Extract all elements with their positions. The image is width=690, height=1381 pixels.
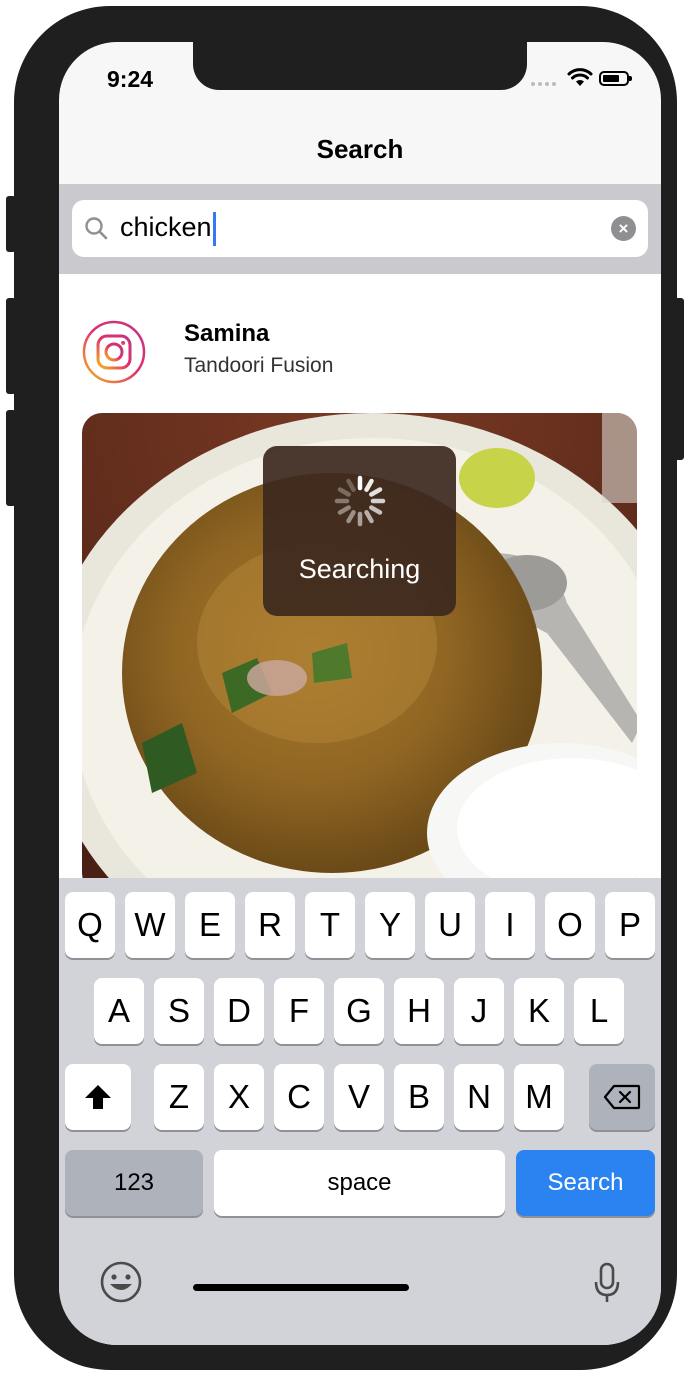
text-caret: [212, 212, 216, 246]
key-f[interactable]: F: [274, 978, 324, 1044]
battery-icon: [599, 71, 632, 86]
cellular-signal-icon: [531, 82, 556, 86]
spinner-icon: [334, 475, 386, 527]
key-k[interactable]: K: [514, 978, 564, 1044]
key-i[interactable]: I: [485, 892, 535, 958]
key-a[interactable]: A: [94, 978, 144, 1044]
key-l[interactable]: L: [574, 978, 624, 1044]
status-time: 9:24: [107, 66, 154, 92]
backspace-icon: [603, 1084, 641, 1110]
clear-icon[interactable]: ×: [611, 216, 636, 241]
screen: 9:24 Search chicken × Samina Tandoori Fu…: [59, 42, 661, 1345]
key-c[interactable]: C: [274, 1064, 324, 1130]
numbers-key[interactable]: 123: [65, 1150, 203, 1216]
key-j[interactable]: J: [454, 978, 504, 1044]
hud-label: Searching: [298, 554, 421, 584]
key-o[interactable]: O: [545, 892, 595, 958]
key-d[interactable]: D: [214, 978, 264, 1044]
microphone-icon[interactable]: [594, 1262, 620, 1304]
keyboard: Q W E R T Y U I O P A S D F G H J K L Z: [59, 878, 661, 1345]
key-p[interactable]: P: [605, 892, 655, 958]
key-b[interactable]: B: [394, 1064, 444, 1130]
key-r[interactable]: R: [245, 892, 295, 958]
key-x[interactable]: X: [214, 1064, 264, 1130]
key-y[interactable]: Y: [365, 892, 415, 958]
loading-hud: Searching: [263, 446, 456, 616]
key-h[interactable]: H: [394, 978, 444, 1044]
search-text: chicken: [120, 212, 216, 246]
post-username[interactable]: Samina: [184, 320, 269, 348]
search-bar: chicken ×: [59, 184, 661, 274]
instagram-icon[interactable]: [82, 320, 146, 384]
key-v[interactable]: V: [334, 1064, 384, 1130]
key-s[interactable]: S: [154, 978, 204, 1044]
phone-frame: 9:24 Search chicken × Samina Tandoori Fu…: [14, 6, 677, 1370]
key-n[interactable]: N: [454, 1064, 504, 1130]
key-z[interactable]: Z: [154, 1064, 204, 1130]
key-e[interactable]: E: [185, 892, 235, 958]
backspace-key[interactable]: [589, 1064, 655, 1130]
key-u[interactable]: U: [425, 892, 475, 958]
space-key[interactable]: space: [214, 1150, 505, 1216]
shift-key[interactable]: [65, 1064, 131, 1130]
emoji-icon[interactable]: [99, 1260, 143, 1304]
home-indicator[interactable]: [193, 1284, 409, 1291]
page-title: Search: [316, 134, 404, 164]
search-input[interactable]: chicken ×: [72, 200, 648, 257]
key-t[interactable]: T: [305, 892, 355, 958]
search-key[interactable]: Search: [516, 1150, 655, 1216]
key-m[interactable]: M: [514, 1064, 564, 1130]
wifi-icon: [567, 68, 593, 86]
key-q[interactable]: Q: [65, 892, 115, 958]
post-location[interactable]: Tandoori Fusion: [184, 354, 333, 378]
shift-icon: [85, 1085, 111, 1109]
search-icon: [85, 217, 108, 240]
key-g[interactable]: G: [334, 978, 384, 1044]
notch: [193, 42, 527, 90]
key-w[interactable]: W: [125, 892, 175, 958]
